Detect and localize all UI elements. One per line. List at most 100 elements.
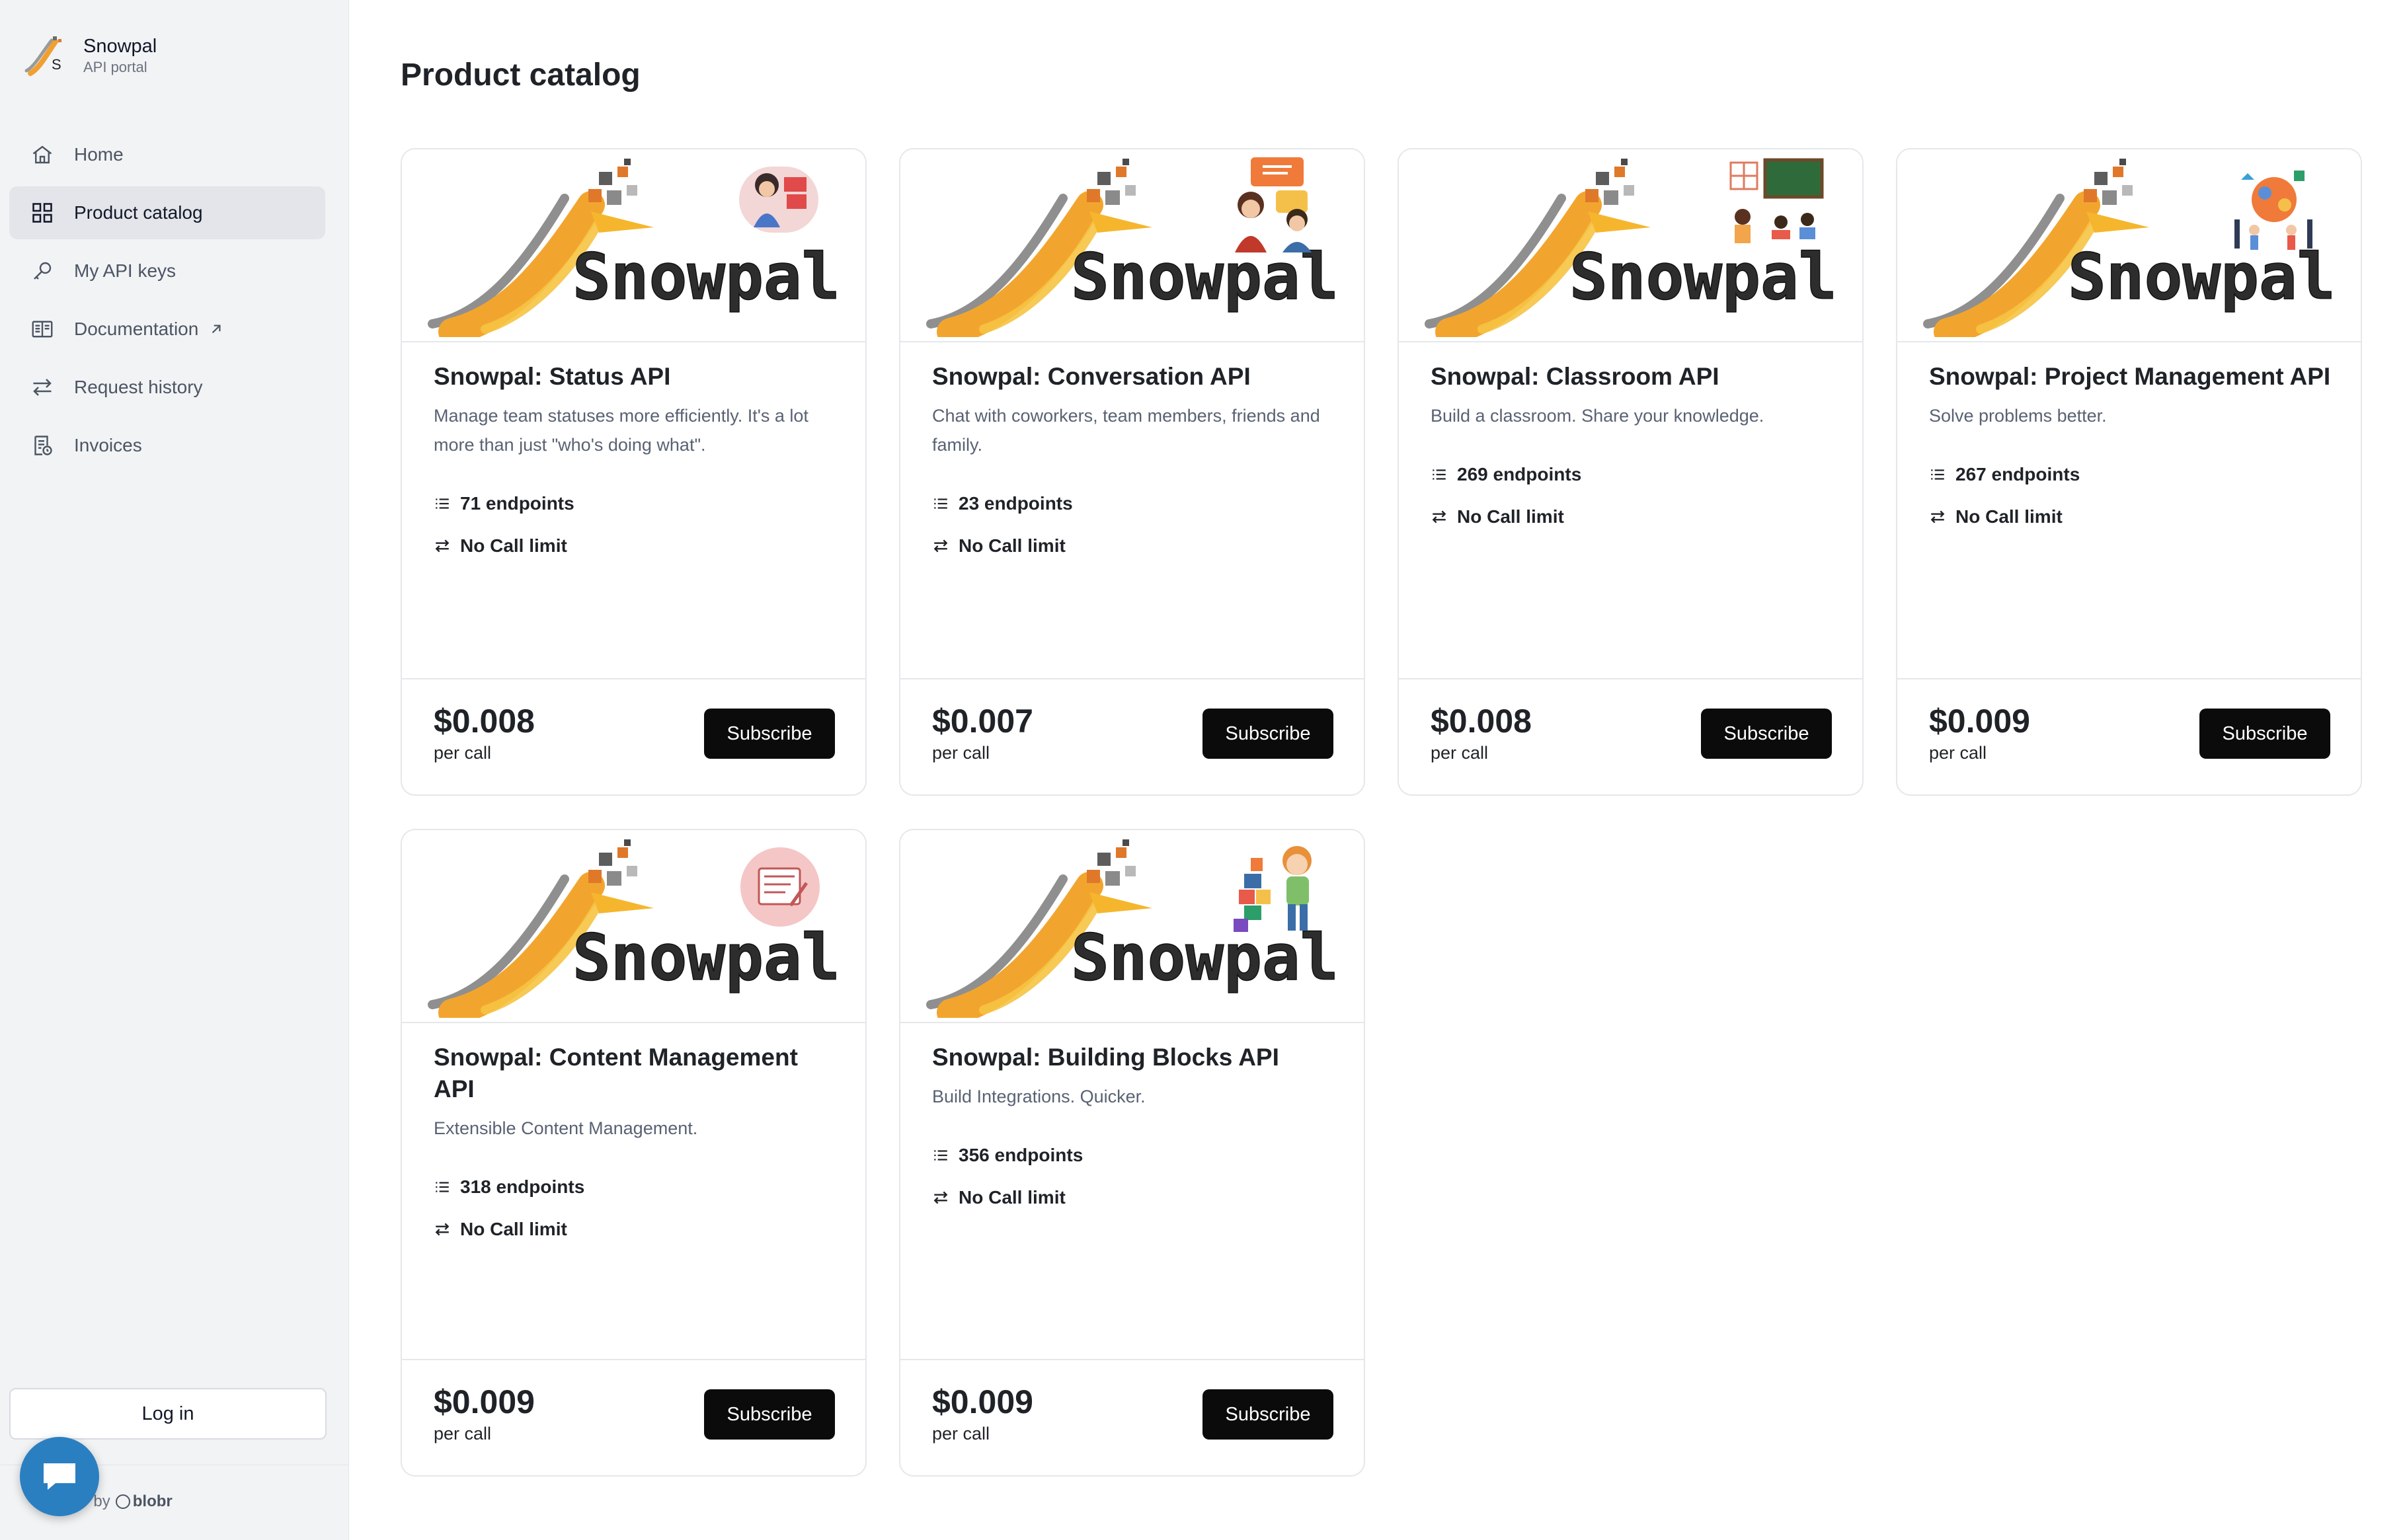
sidebar-item-label: Documentation [74, 319, 199, 339]
blobr-logo-icon [115, 1494, 130, 1509]
arrows-icon [1432, 510, 1446, 523]
endpoints-count: 356 endpoints [932, 1134, 1335, 1176]
product-banner: Snowpal [1399, 149, 1862, 342]
sidebar: S Snowpal API portal Home Product catalo… [0, 0, 349, 1540]
list-icon [934, 1150, 947, 1161]
subscribe-button[interactable]: Subscribe [704, 709, 835, 759]
call-limit: No Call limit [932, 525, 1335, 567]
price-unit: per call [434, 1424, 492, 1444]
product-title: Snowpal: Content Management API [434, 1044, 798, 1103]
list-icon [1433, 469, 1446, 480]
powered-by-prefix: by [93, 1492, 110, 1510]
call-limit: No Call limit [932, 1176, 1335, 1219]
product-footer: $0.009 per call Subscribe [1897, 678, 2361, 794]
price-unit: per call [434, 743, 492, 763]
chat-widget-button[interactable] [20, 1437, 99, 1516]
product-card[interactable]: Snowpal Snowpal: Content Management API … [401, 829, 867, 1477]
subscribe-button[interactable]: Subscribe [1701, 709, 1832, 759]
home-icon [29, 141, 56, 168]
product-footer: $0.008 per call Subscribe [402, 678, 865, 794]
arrows-icon [435, 1223, 450, 1236]
subscribe-button[interactable]: Subscribe [1202, 709, 1333, 759]
product-banner: Snowpal [402, 149, 865, 342]
product-card[interactable]: Snowpal Snowpal: Status API Manage team … [401, 148, 867, 796]
product-price: $0.007 [932, 703, 1033, 740]
sidebar-item-documentation[interactable]: Documentation [9, 303, 325, 356]
login-button[interactable]: Log in [9, 1388, 327, 1440]
call-limit-label: No Call limit [959, 1186, 1066, 1208]
brand-name: Snowpal [83, 36, 157, 58]
sidebar-item-home[interactable]: Home [9, 128, 325, 181]
product-title: Snowpal: Project Management API [1929, 363, 2331, 390]
arrows-icon [1930, 510, 1945, 523]
brand-subtitle: API portal [83, 59, 147, 76]
endpoints-label: 267 endpoints [1955, 463, 2080, 484]
product-card[interactable]: Snowpal Snowpal: Classroom API Build a c… [1398, 148, 1864, 796]
product-banner: Snowpal [900, 830, 1364, 1023]
sidebar-item-label: My API keys [74, 260, 177, 281]
sidebar-item-product-catalog[interactable]: Product catalog [9, 186, 325, 239]
endpoints-label: 356 endpoints [959, 1144, 1084, 1165]
call-limit-label: No Call limit [1955, 506, 2063, 527]
call-limit-label: No Call limit [959, 535, 1066, 556]
call-limit: No Call limit [434, 525, 836, 567]
subscribe-button[interactable]: Subscribe [1202, 1389, 1333, 1440]
product-card[interactable]: Snowpal Snowpal: Project Management API … [1896, 148, 2362, 796]
endpoints-count: 71 endpoints [434, 482, 836, 525]
price-unit: per call [1929, 743, 1987, 763]
arrows-icon [435, 539, 450, 553]
people-chatting-illustration [1235, 157, 1312, 252]
product-footer: $0.009 per call Subscribe [402, 1359, 865, 1475]
subscribe-button[interactable]: Subscribe [704, 1389, 835, 1440]
endpoints-label: 23 endpoints [959, 492, 1073, 514]
product-description: Solve problems better. [1929, 406, 2107, 426]
product-footer: $0.007 per call Subscribe [900, 678, 1364, 794]
sidebar-item-label: Home [74, 144, 124, 165]
sidebar-nav: Home Product catalog My API keys Documen… [9, 128, 325, 477]
product-banner: Snowpal [1897, 149, 2361, 342]
product-title: Snowpal: Status API [434, 363, 671, 390]
subscribe-button[interactable]: Subscribe [2199, 709, 2330, 759]
product-description: Manage team statuses more efficiently. I… [434, 406, 808, 455]
product-price: $0.009 [932, 1383, 1033, 1420]
product-description: Build Integrations. Quicker. [932, 1087, 1146, 1107]
product-card[interactable]: Snowpal Snowpal: Conversation API Chat w… [899, 148, 1365, 796]
sidebar-item-label: Product catalog [74, 202, 203, 223]
product-price: $0.009 [1929, 703, 2030, 740]
product-description: Build a classroom. Share your knowledge. [1431, 406, 1764, 426]
product-description: Extensible Content Management. [434, 1118, 698, 1139]
product-title: Snowpal: Classroom API [1431, 363, 1719, 390]
product-banner: Snowpal [402, 830, 865, 1023]
snowpal-logo-icon: S [24, 36, 61, 76]
list-icon [1931, 469, 1944, 480]
endpoints-label: 269 endpoints [1457, 463, 1582, 484]
arrows-icon [933, 1191, 948, 1204]
product-price: $0.009 [434, 1383, 535, 1420]
invoice-icon [29, 432, 56, 459]
call-limit: No Call limit [1929, 496, 2332, 538]
sidebar-item-invoices[interactable]: Invoices [9, 419, 325, 472]
endpoints-count: 267 endpoints [1929, 453, 2332, 496]
arrows-icon [29, 374, 56, 401]
product-banner: Snowpal [900, 149, 1364, 342]
sidebar-item-api-keys[interactable]: My API keys [9, 245, 325, 297]
arrows-icon [933, 539, 948, 553]
product-card[interactable]: Snowpal Snowpal: Building Blocks API Bui… [899, 829, 1365, 1477]
product-price: $0.008 [434, 703, 535, 740]
chat-icon [44, 1463, 75, 1490]
endpoints-count: 318 endpoints [434, 1166, 836, 1208]
call-limit: No Call limit [1431, 496, 1833, 538]
endpoints-label: 71 endpoints [460, 492, 574, 514]
list-icon [436, 1182, 449, 1192]
call-limit-label: No Call limit [1457, 506, 1564, 527]
price-unit: per call [932, 1424, 990, 1444]
external-link-icon [212, 325, 221, 334]
woman-with-panels-illustration [739, 167, 818, 233]
document-edit-illustration [740, 847, 820, 927]
kid-with-blocks-illustration [1234, 846, 1312, 932]
endpoints-count: 269 endpoints [1431, 453, 1833, 496]
book-icon [29, 316, 56, 342]
sidebar-item-request-history[interactable]: Request history [9, 361, 325, 414]
powered-by-brand: blobr [132, 1492, 173, 1510]
brand[interactable]: S Snowpal API portal [22, 32, 157, 79]
